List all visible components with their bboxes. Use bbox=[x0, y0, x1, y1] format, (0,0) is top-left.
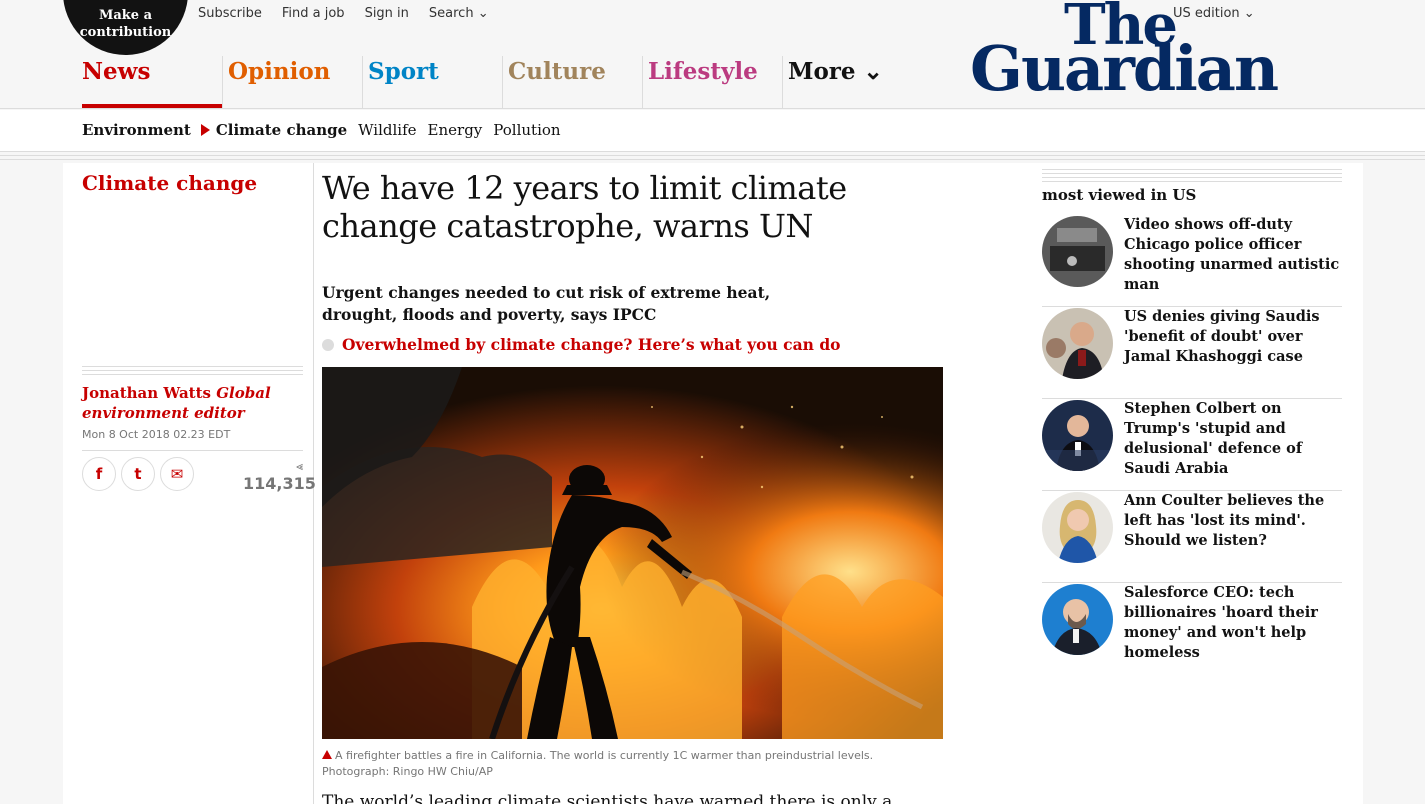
most-viewed-title: most viewed in US bbox=[1042, 186, 1197, 204]
most-viewed-list: Video shows off-duty Chicago police offi… bbox=[1042, 215, 1342, 675]
related-link-text[interactable]: Overwhelmed by climate change? Here’s wh… bbox=[342, 335, 841, 354]
pillar-lifestyle[interactable]: Lifestyle bbox=[642, 56, 782, 108]
pillar-more[interactable]: More ⌄ bbox=[782, 56, 922, 108]
sign-in-link[interactable]: Sign in bbox=[365, 6, 409, 21]
guardian-logo[interactable]: The Guardian bbox=[970, 0, 1279, 105]
standfirst: Urgent changes needed to cut risk of ext… bbox=[322, 283, 771, 324]
most-viewed-item[interactable]: Stephen Colbert on Trump's 'stupid and d… bbox=[1042, 399, 1342, 491]
share-divider bbox=[82, 450, 303, 451]
most-viewed-thumbnail bbox=[1042, 308, 1113, 379]
twitter-share-icon[interactable]: t bbox=[121, 457, 155, 491]
pillar-opinion[interactable]: Opinion bbox=[222, 56, 362, 108]
bullet-icon bbox=[322, 338, 334, 351]
article-headline: We have 12 years to limit climate change… bbox=[322, 169, 847, 245]
sub-navigation: Environment Climate change Wildlife Ener… bbox=[0, 110, 1425, 152]
subnav-pollution[interactable]: Pollution bbox=[493, 121, 560, 139]
subnav-energy[interactable]: Energy bbox=[428, 121, 483, 139]
most-viewed-headline[interactable]: Salesforce CEO: tech billionaires 'hoard… bbox=[1124, 583, 1342, 663]
pillar-news[interactable]: News bbox=[82, 56, 222, 108]
share-buttons: f t ✉ bbox=[82, 457, 194, 491]
author-link[interactable]: Jonathan Watts bbox=[82, 384, 211, 402]
caption-triangle-icon bbox=[322, 750, 332, 759]
most-viewed-item[interactable]: Ann Coulter believes the left has 'lost … bbox=[1042, 491, 1342, 583]
breadcrumb-arrow-icon bbox=[200, 124, 210, 136]
pillar-sport[interactable]: Sport bbox=[362, 56, 502, 108]
most-viewed-headline[interactable]: Video shows off-duty Chicago police offi… bbox=[1124, 215, 1342, 295]
main-image-firefighter[interactable] bbox=[322, 367, 943, 739]
share-icon: ⪡ bbox=[296, 459, 303, 473]
publish-date: Mon 8 Oct 2018 02.23 EDT bbox=[82, 428, 231, 441]
most-viewed-item[interactable]: US denies giving Saudis 'benefit of doub… bbox=[1042, 307, 1342, 399]
section-label[interactable]: Climate change bbox=[82, 171, 257, 195]
most-viewed-headline[interactable]: Ann Coulter believes the left has 'lost … bbox=[1124, 491, 1342, 551]
most-viewed-thumbnail bbox=[1042, 492, 1113, 563]
make-contribution-button[interactable]: Make a contribution bbox=[63, 0, 188, 55]
share-count-number: 114,315 bbox=[243, 474, 316, 493]
pillar-nav: News Opinion Sport Culture Lifestyle Mor… bbox=[82, 56, 922, 108]
share-count: ⪡ 114,315 bbox=[243, 459, 316, 493]
article-container: Climate change Jonathan Watts Global env… bbox=[63, 163, 1363, 804]
caption-text: A firefighter battles a fire in Californ… bbox=[322, 749, 874, 778]
article-body: The world’s leading climate scientists h… bbox=[322, 792, 893, 804]
most-viewed-thumbnail bbox=[1042, 400, 1113, 471]
email-share-icon[interactable]: ✉ bbox=[160, 457, 194, 491]
site-header: Make a contribution Subscribe Find a job… bbox=[0, 0, 1425, 109]
most-viewed-thumbnail bbox=[1042, 584, 1113, 655]
meta-divider bbox=[82, 366, 303, 376]
find-job-link[interactable]: Find a job bbox=[282, 6, 345, 21]
related-link[interactable]: Overwhelmed by climate change? Here’s wh… bbox=[322, 335, 841, 354]
subscribe-link[interactable]: Subscribe bbox=[198, 6, 262, 21]
image-caption: A firefighter battles a fire in Californ… bbox=[322, 748, 943, 780]
byline: Jonathan Watts Global environment editor bbox=[82, 383, 303, 423]
subnav-wildlife[interactable]: Wildlife bbox=[358, 121, 416, 139]
logo-line-2: Guardian bbox=[970, 32, 1279, 105]
search-link[interactable]: Search ⌄ bbox=[429, 6, 489, 21]
facebook-share-icon[interactable]: f bbox=[82, 457, 116, 491]
divider-rules bbox=[0, 151, 1425, 163]
most-viewed-item[interactable]: Video shows off-duty Chicago police offi… bbox=[1042, 215, 1342, 307]
subnav-current-climate-change[interactable]: Climate change bbox=[216, 121, 347, 139]
most-viewed-thumbnail bbox=[1042, 216, 1113, 287]
most-viewed-item[interactable]: Salesforce CEO: tech billionaires 'hoard… bbox=[1042, 583, 1342, 675]
most-viewed-headline[interactable]: Stephen Colbert on Trump's 'stupid and d… bbox=[1124, 399, 1342, 479]
most-viewed-headline[interactable]: US denies giving Saudis 'benefit of doub… bbox=[1124, 307, 1342, 367]
pillar-culture[interactable]: Culture bbox=[502, 56, 642, 108]
most-viewed-rules bbox=[1042, 169, 1342, 182]
subnav-parent-environment[interactable]: Environment bbox=[82, 121, 191, 139]
top-links: Subscribe Find a job Sign in Search ⌄ bbox=[198, 6, 489, 21]
